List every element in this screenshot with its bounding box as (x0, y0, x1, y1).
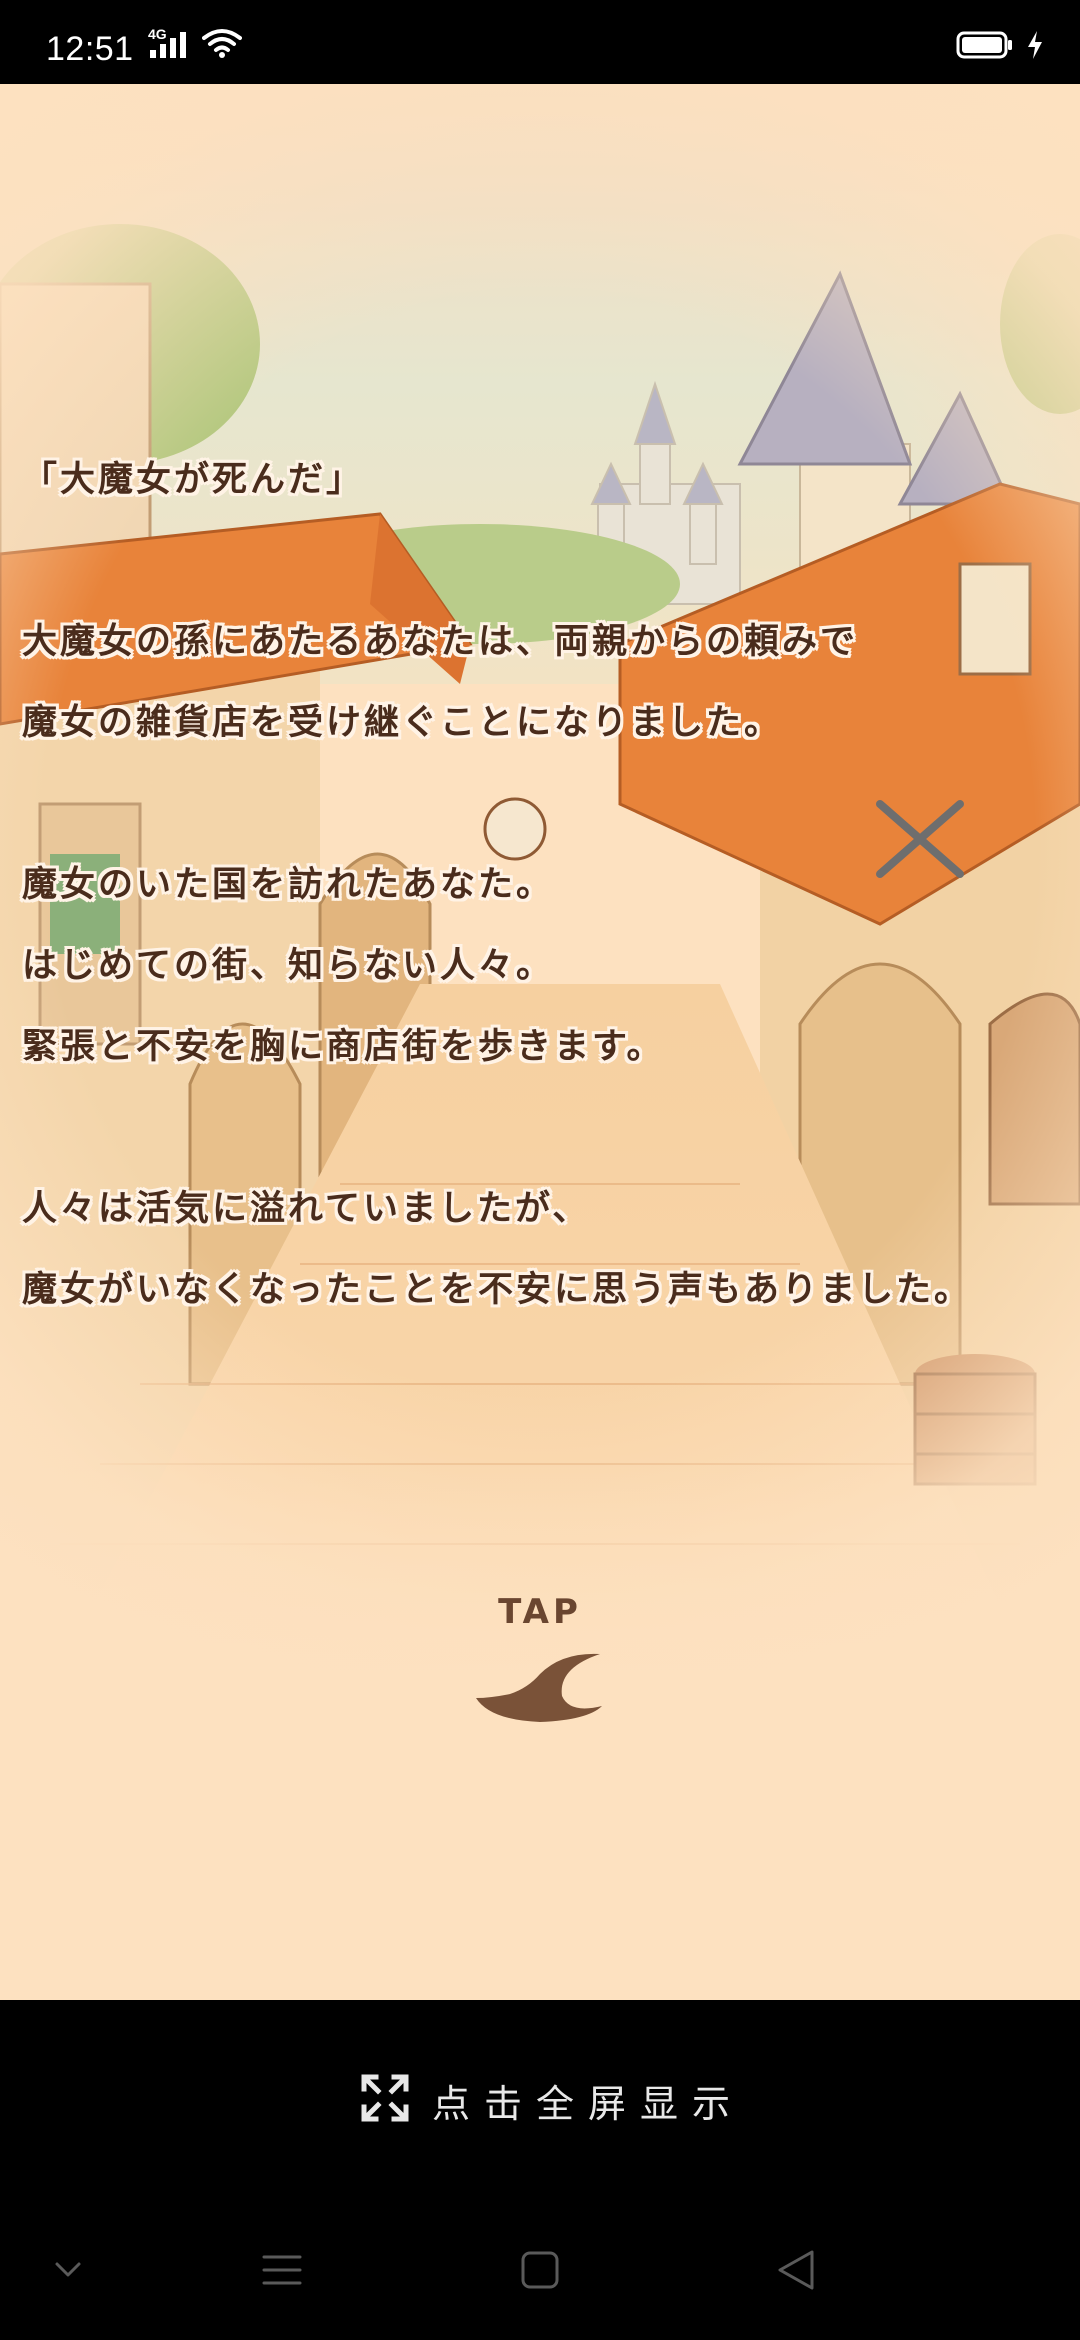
chevron-down-icon (55, 2262, 81, 2277)
menu-icon (262, 2255, 302, 2285)
story-line-gap (22, 1088, 1072, 1169)
fullscreen-button[interactable]: 点击全屏显示 (360, 2070, 744, 2130)
story-line: 大魔女の孫にあたるあなたは、両親からの頼みで (22, 622, 859, 662)
navigation-bar (0, 2220, 1080, 2320)
story-line: 緊張と不安を胸に商店街を歩きます。 (22, 1027, 665, 1067)
home-icon (521, 2251, 559, 2289)
status-time: 12:51 (46, 30, 134, 68)
story-line: 人々は活気に溢れていましたが、 (22, 1189, 591, 1229)
story-line-gap (22, 764, 1072, 845)
story-line-gap (22, 521, 1072, 602)
status-icons-right (956, 30, 1044, 64)
wifi-icon (202, 28, 242, 62)
story-line: 魔女の雑貨店を受け継ぐことになりました。 (22, 703, 783, 743)
back-icon (778, 2250, 814, 2290)
bottom-bar: 点击全屏显示 (0, 2000, 1080, 2340)
witch-hat-icon (476, 1653, 602, 1722)
tap-to-continue-button[interactable]: TAP (460, 1592, 620, 1742)
fullscreen-label: 点击全屏显示 (432, 2081, 745, 2126)
story-line: 魔女のいた国を訪れたあなた。 (22, 865, 555, 905)
nav-back-button[interactable] (746, 2220, 846, 2320)
story-text-box: 「大魔女が死んだ」 大魔女の孫にあたるあなたは、両親からの頼みで 魔女の雑貨店を… (22, 440, 1072, 1331)
nav-collapse-button[interactable] (18, 2220, 118, 2320)
status-icons-left: 4G (148, 26, 242, 62)
game-area[interactable]: 「大魔女が死んだ」 大魔女の孫にあたるあなたは、両親からの頼みで 魔女の雑貨店を… (0, 84, 1080, 2000)
status-bar: 12:51 4G (0, 0, 1080, 84)
charging-icon (1026, 30, 1044, 64)
expand-icon (360, 2073, 410, 2127)
story-line: 「大魔女が死んだ」 (22, 460, 365, 500)
nav-menu-button[interactable] (232, 2220, 332, 2320)
signal-icon: 4G (148, 26, 192, 60)
nav-home-button[interactable] (490, 2220, 590, 2320)
battery-icon (956, 30, 1014, 64)
tap-label: TAP (498, 1592, 582, 1632)
story-line: 魔女がいなくなったことを不安に思う声もありました。 (22, 1270, 973, 1310)
story-line: はじめての街、知らない人々。 (22, 946, 555, 986)
